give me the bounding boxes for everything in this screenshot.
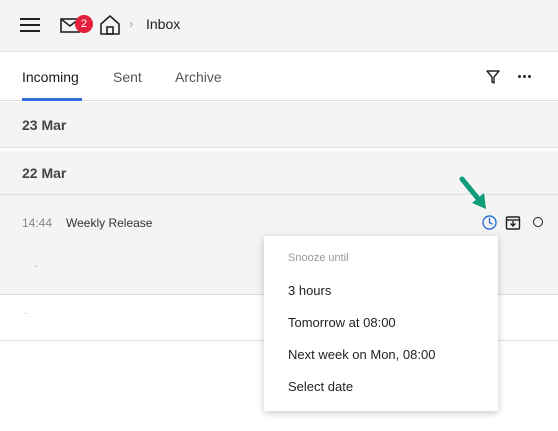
snooze-menu-header: Snooze until: [288, 252, 349, 264]
date-group-label: 23 Mar: [22, 117, 67, 133]
mail-tabs: Incoming Sent Archive: [0, 53, 558, 101]
snooze-option-next-week[interactable]: Next week on Mon, 08:00: [264, 339, 498, 371]
breadcrumb-inbox[interactable]: Inbox: [146, 16, 180, 32]
unread-badge: 2: [75, 15, 93, 33]
active-tab-indicator: [22, 98, 82, 101]
mail-time: 14:44: [22, 216, 53, 230]
tab-sent[interactable]: Sent: [113, 69, 142, 85]
home-button[interactable]: [99, 14, 121, 36]
snooze-clock-icon[interactable]: [482, 215, 497, 230]
breadcrumb-separator: ›: [129, 16, 134, 31]
archive-box-icon[interactable]: [505, 214, 521, 230]
more-icon[interactable]: [517, 74, 533, 80]
mail-button[interactable]: 2: [58, 14, 94, 38]
date-group-label: 22 Mar: [22, 165, 67, 181]
mail-preview: -: [24, 308, 27, 318]
mail-preview: -: [34, 261, 38, 272]
pointer-arrow-icon: [459, 176, 486, 209]
mark-read-icon[interactable]: [533, 217, 543, 227]
snooze-option-tomorrow[interactable]: Tomorrow at 08:00: [264, 307, 498, 339]
date-group-header: 23 Mar: [0, 102, 558, 148]
menu-icon[interactable]: [20, 17, 40, 33]
snooze-option-select-date[interactable]: Select date: [264, 371, 498, 403]
home-icon: [100, 15, 120, 35]
top-bar: 2 › Inbox: [0, 0, 558, 52]
tab-archive[interactable]: Archive: [175, 69, 222, 85]
mail-subject: Weekly Release: [66, 216, 153, 230]
filter-icon[interactable]: [486, 70, 500, 84]
tab-incoming[interactable]: Incoming: [22, 69, 79, 85]
snooze-option-3-hours[interactable]: 3 hours: [264, 275, 498, 307]
snooze-menu: Snooze until 3 hours Tomorrow at 08:00 N…: [264, 236, 498, 411]
